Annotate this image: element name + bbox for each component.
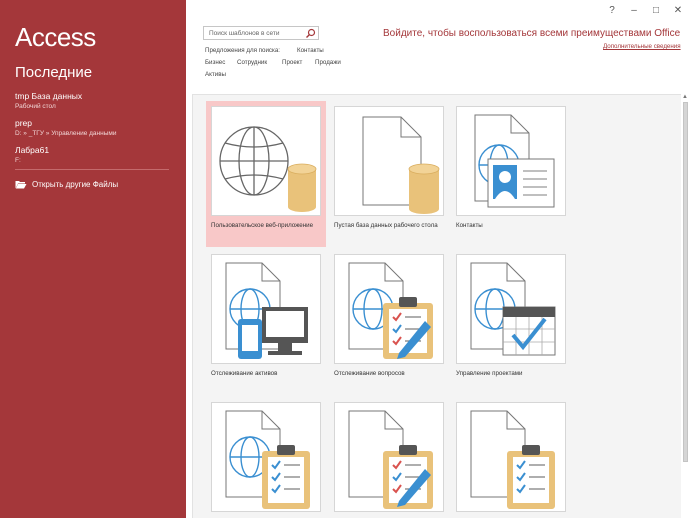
open-other-files-button[interactable]: Открыть другие Файлы — [15, 180, 118, 189]
suggestion-assets[interactable]: Активы — [205, 71, 226, 78]
recent-item-name: Лабра61 — [15, 145, 50, 155]
template-thumbnail — [334, 402, 444, 512]
recent-item-labra61[interactable]: Лабра61 F: — [15, 145, 180, 165]
scroll-thumb[interactable] — [683, 102, 688, 462]
suggestion-employee[interactable]: Сотрудник — [237, 59, 267, 66]
template-caption: Отслеживание активов — [211, 370, 278, 377]
folder-open-icon — [15, 181, 27, 189]
template-thumbnail — [334, 106, 444, 216]
search-box — [203, 26, 319, 40]
edit-checklist-icon — [348, 410, 433, 509]
recent-item-name: prep — [15, 118, 33, 128]
help-button[interactable]: ? — [604, 4, 620, 18]
web-app-icon — [219, 126, 317, 212]
contacts-icon — [474, 114, 555, 208]
minimize-button[interactable]: – — [626, 4, 642, 18]
suggestion-business[interactable]: Бизнес — [205, 59, 225, 66]
recent-item-path: Рабочий стол — [15, 103, 56, 110]
learn-more-link[interactable]: Дополнительные сведения — [603, 43, 681, 50]
recent-item-path: F: — [15, 157, 21, 164]
checklist-icon — [470, 410, 555, 509]
scroll-up-arrow-icon[interactable]: ▲ — [682, 94, 688, 101]
open-other-files-label: Открыть другие Файлы — [32, 180, 119, 189]
close-button[interactable]: ✕ — [670, 4, 686, 18]
template-thumbnail — [211, 106, 321, 216]
template-caption: Пользовательское веб-приложение — [211, 222, 314, 229]
template-thumbnail — [456, 106, 566, 216]
template-thumbnail — [456, 402, 566, 512]
maximize-button[interactable]: □ — [648, 4, 664, 18]
recent-heading: Последние — [15, 64, 93, 81]
search-input[interactable] — [204, 27, 304, 39]
suggestion-project[interactable]: Проект — [282, 59, 302, 66]
recent-item-prep[interactable]: prep D: » _ТГУ » Управление данными — [15, 118, 180, 138]
template-caption: Отслеживание вопросов — [334, 370, 405, 377]
template-caption: Управление проектами — [456, 370, 523, 377]
suggestion-contacts[interactable]: Контакты — [297, 47, 324, 54]
template-thumbnail — [456, 254, 566, 364]
sidebar: Access Последние tmp База данных Рабочий… — [0, 0, 186, 518]
checklist-icon — [225, 410, 310, 509]
recent-item-tmp[interactable]: tmp База данных Рабочий стол — [15, 91, 180, 111]
divider — [15, 169, 169, 170]
template-thumbnail — [334, 254, 444, 364]
template-caption: Пустая база данных рабочего стола — [334, 222, 438, 229]
suggestion-sales[interactable]: Продажи — [315, 59, 341, 66]
recent-item-name: tmp База данных — [15, 91, 83, 101]
template-thumbnail — [211, 402, 321, 512]
template-gallery: Пользовательское веб-приложение Пустая б… — [192, 94, 681, 518]
blank-database-icon — [362, 116, 440, 214]
search-icon[interactable] — [305, 28, 316, 39]
signin-link[interactable]: Войдите, чтобы воспользоваться всеми пре… — [383, 28, 680, 39]
recent-item-path: D: » _ТГУ » Управление данными — [15, 130, 117, 137]
suggestions-label: Предложения для поиска: — [205, 47, 281, 54]
issue-tracking-icon — [348, 262, 433, 359]
gallery-scrollbar[interactable]: ▲ — [681, 94, 690, 518]
app-title: Access — [15, 22, 96, 52]
asset-tracking-icon — [225, 262, 308, 359]
template-thumbnail — [211, 254, 321, 364]
project-management-icon — [470, 262, 556, 356]
template-caption: Контакты — [456, 222, 483, 229]
